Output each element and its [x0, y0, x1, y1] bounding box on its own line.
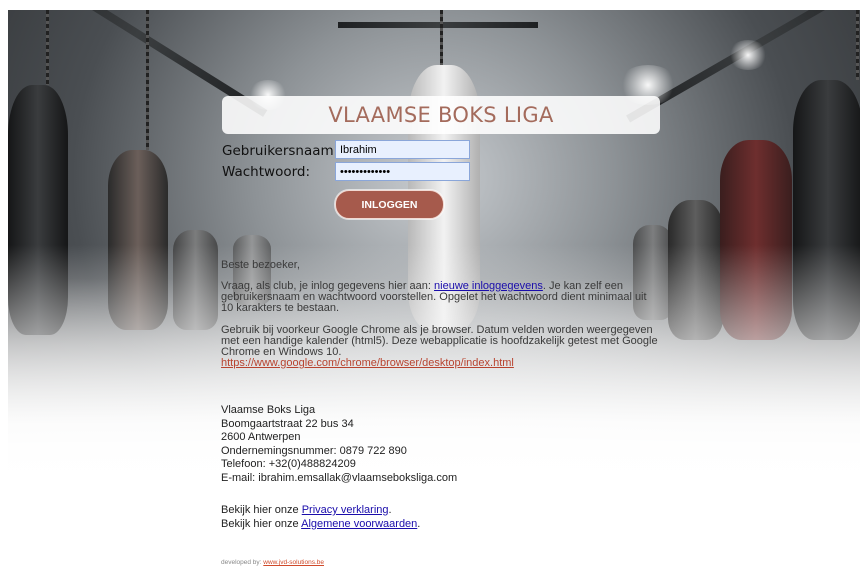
street: Boomgaartstraat 22 bus 34	[221, 417, 354, 430]
phone: Telefoon: +32(0)488824209	[221, 458, 356, 470]
org-name: Vlaamse Boks Liga	[221, 404, 316, 416]
developer-link[interactable]: www.jvd-solutions.be	[263, 559, 324, 566]
password-label: Wachtwoord:	[222, 164, 311, 180]
legal-links: Bekijk hier onze Privacy verklaring. Bek…	[221, 504, 421, 530]
privacy-link[interactable]: Privacy verklaring	[302, 504, 389, 516]
login-button[interactable]: INLOGGEN	[335, 190, 444, 219]
title-banner: VLAAMSE BOKS LIGA	[222, 96, 660, 134]
username-label: Gebruikersnaam:	[222, 143, 339, 159]
site-title: VLAAMSE BOKS LIGA	[328, 103, 554, 127]
company-number: Ondernemingsnummer: 0879 722 890	[221, 444, 407, 457]
developer-credit: developed by: www.jvd-solutions.be	[221, 559, 324, 566]
terms-link[interactable]: Algemene voorwaarden	[301, 518, 417, 530]
info-paragraph-1: Vraag, als club, je inlog gegevens hier …	[221, 280, 647, 314]
password-input[interactable]	[335, 162, 470, 181]
email: E-mail: ibrahim.emsallak@vlaamseboksliga…	[221, 471, 458, 484]
top-strip	[0, 0, 860, 10]
city: 2600 Antwerpen	[221, 431, 301, 443]
info-paragraph-2: Gebruik bij voorkeur Google Chrome als j…	[221, 324, 658, 369]
username-input[interactable]	[335, 140, 470, 159]
greeting-text: Beste bezoeker,	[221, 259, 300, 271]
address-block: Vlaamse Boks Liga Boomgaartstraat 22 bus…	[221, 404, 457, 485]
chrome-download-link[interactable]: https://www.google.com/chrome/browser/de…	[221, 357, 514, 369]
